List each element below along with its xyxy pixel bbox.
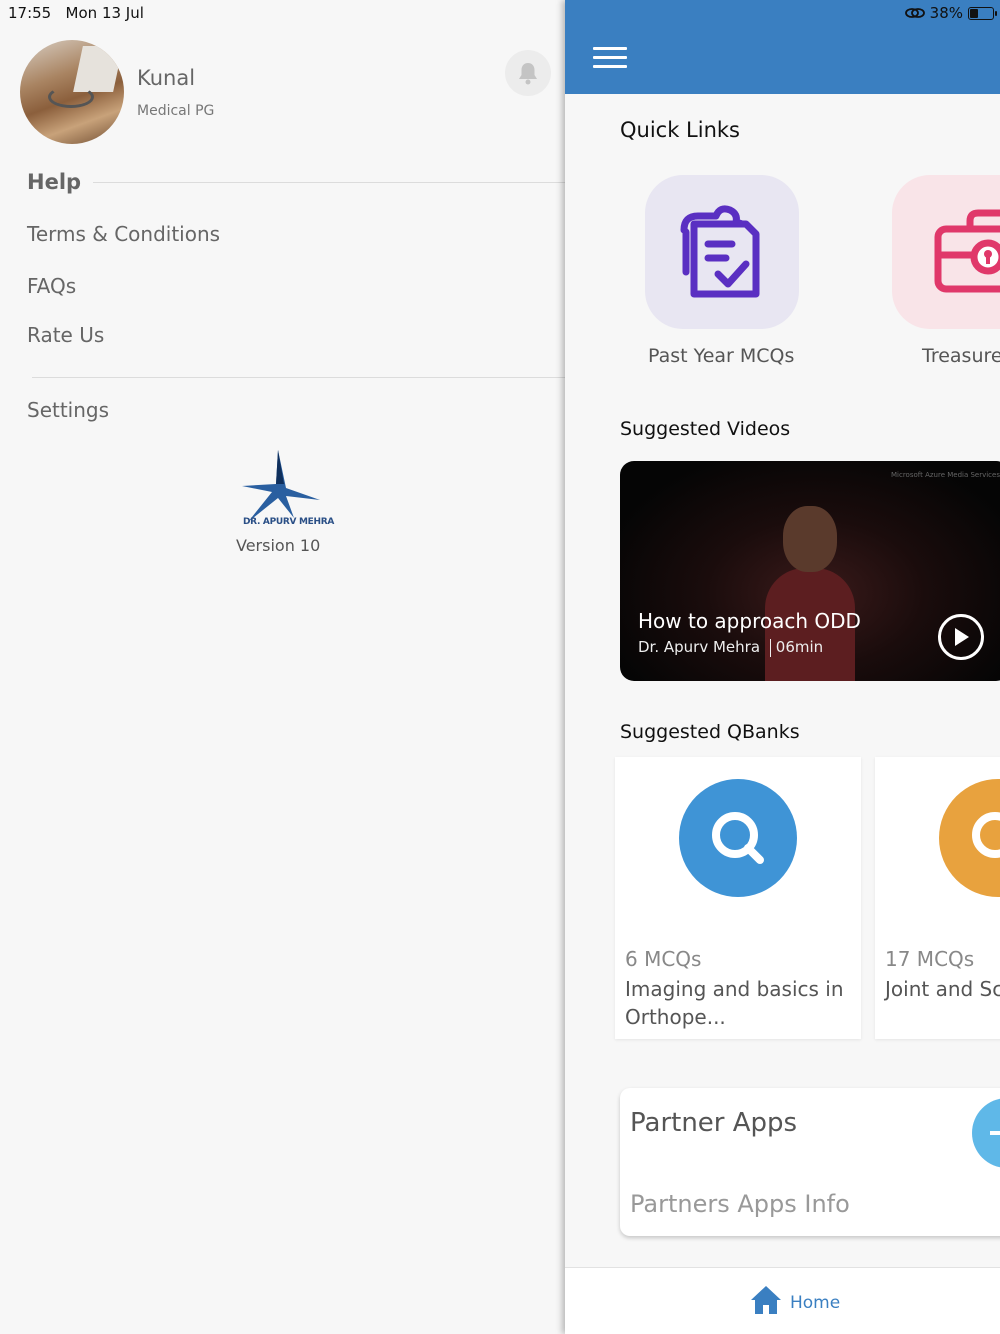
status-clock: 17:55 [8,4,52,22]
treasure-chest-icon [934,209,1000,293]
partner-apps-card[interactable]: Partner Apps Partners Apps Info [620,1088,1000,1236]
menu-item-settings[interactable]: Settings [27,398,109,422]
status-date: Mon 13 Jul [65,4,144,22]
help-divider [90,182,565,183]
suggested-qbanks-title: Suggested QBanks [620,721,800,743]
qbank-search-icon [939,779,1000,897]
status-time: 17:55 Mon 13 Jul [8,4,144,22]
video-thumbnail-head [783,506,837,572]
nav-home-label[interactable]: Home [790,1293,840,1313]
qbank-card[interactable]: 6 MCQs Imaging and basics in Orthope... [615,757,861,1039]
partner-apps-toggle-button[interactable] [972,1098,1000,1168]
battery-fill [970,8,979,18]
battery-icon [968,6,997,20]
video-duration: 06min [775,638,824,656]
search-icon [712,812,764,864]
user-name: Kunal [137,66,196,90]
battery-percent: 38% [929,4,963,22]
meta-separator [769,638,771,657]
menu-item-terms[interactable]: Terms & Conditions [27,222,220,246]
qbank-count: 17 MCQs [885,947,975,971]
app-version: Version 10 [236,536,321,555]
qbank-count: 6 MCQs [625,947,702,971]
avatar[interactable] [20,40,124,144]
brand-logo-text: DR. APURV MEHRA [243,517,335,527]
user-subtitle: Medical PG [137,103,215,119]
menu-item-faqs[interactable]: FAQs [27,274,76,298]
quick-links-title: Quick Links [620,118,741,142]
app-screen: 17:55 Mon 13 Jul 38% Kunal Medical PG He… [0,0,1000,1334]
quick-link-past-year-mcqs[interactable] [645,175,799,329]
suggested-videos-title: Suggested Videos [620,418,791,440]
video-meta: Dr. Apurv Mehra 06min [638,638,823,657]
video-author: Dr. Apurv Mehra [638,638,761,656]
help-heading: Help [27,170,94,194]
search-icon [972,812,1000,858]
settings-divider [32,377,565,378]
video-card[interactable]: Microsoft Azure Media Services How to ap… [620,461,1000,681]
video-title: How to approach ODD [638,609,861,633]
quick-link-treasure[interactable] [892,175,1000,329]
main-panel: Quick Links Past Year MCQs Treasure Sugg… [565,0,1000,1334]
partner-apps-subtitle: Partners Apps Info [630,1190,850,1218]
qbank-title: Joint and Sc infectio... [885,977,1000,1001]
link-icon [904,8,925,18]
bell-icon [519,63,537,85]
quick-link-label: Past Year MCQs [648,345,795,367]
partner-apps-title: Partner Apps [630,1108,798,1138]
bottom-nav: Home [565,1267,1000,1334]
video-watermark: Microsoft Azure Media Services [890,471,1000,479]
notification-button[interactable] [505,50,551,96]
qbank-card[interactable]: 17 MCQs Joint and Sc infectio... [875,757,1000,1039]
status-indicators: 38% [904,4,997,22]
play-button[interactable] [938,614,984,660]
menu-item-rate-us[interactable]: Rate Us [27,323,104,347]
quick-link-label: Treasure [922,345,1000,367]
menu-icon[interactable] [593,47,627,69]
avatar-photo-cable [48,86,94,108]
qbank-search-icon [679,779,797,897]
home-icon[interactable] [750,1284,782,1316]
play-icon [955,628,969,646]
side-drawer: Kunal Medical PG Help Terms & Conditions… [0,0,565,1334]
qbank-title: Imaging and basics in Orthope... [625,977,844,1029]
avatar-photo-detail [73,46,123,92]
clipboard-check-icon [680,205,760,298]
